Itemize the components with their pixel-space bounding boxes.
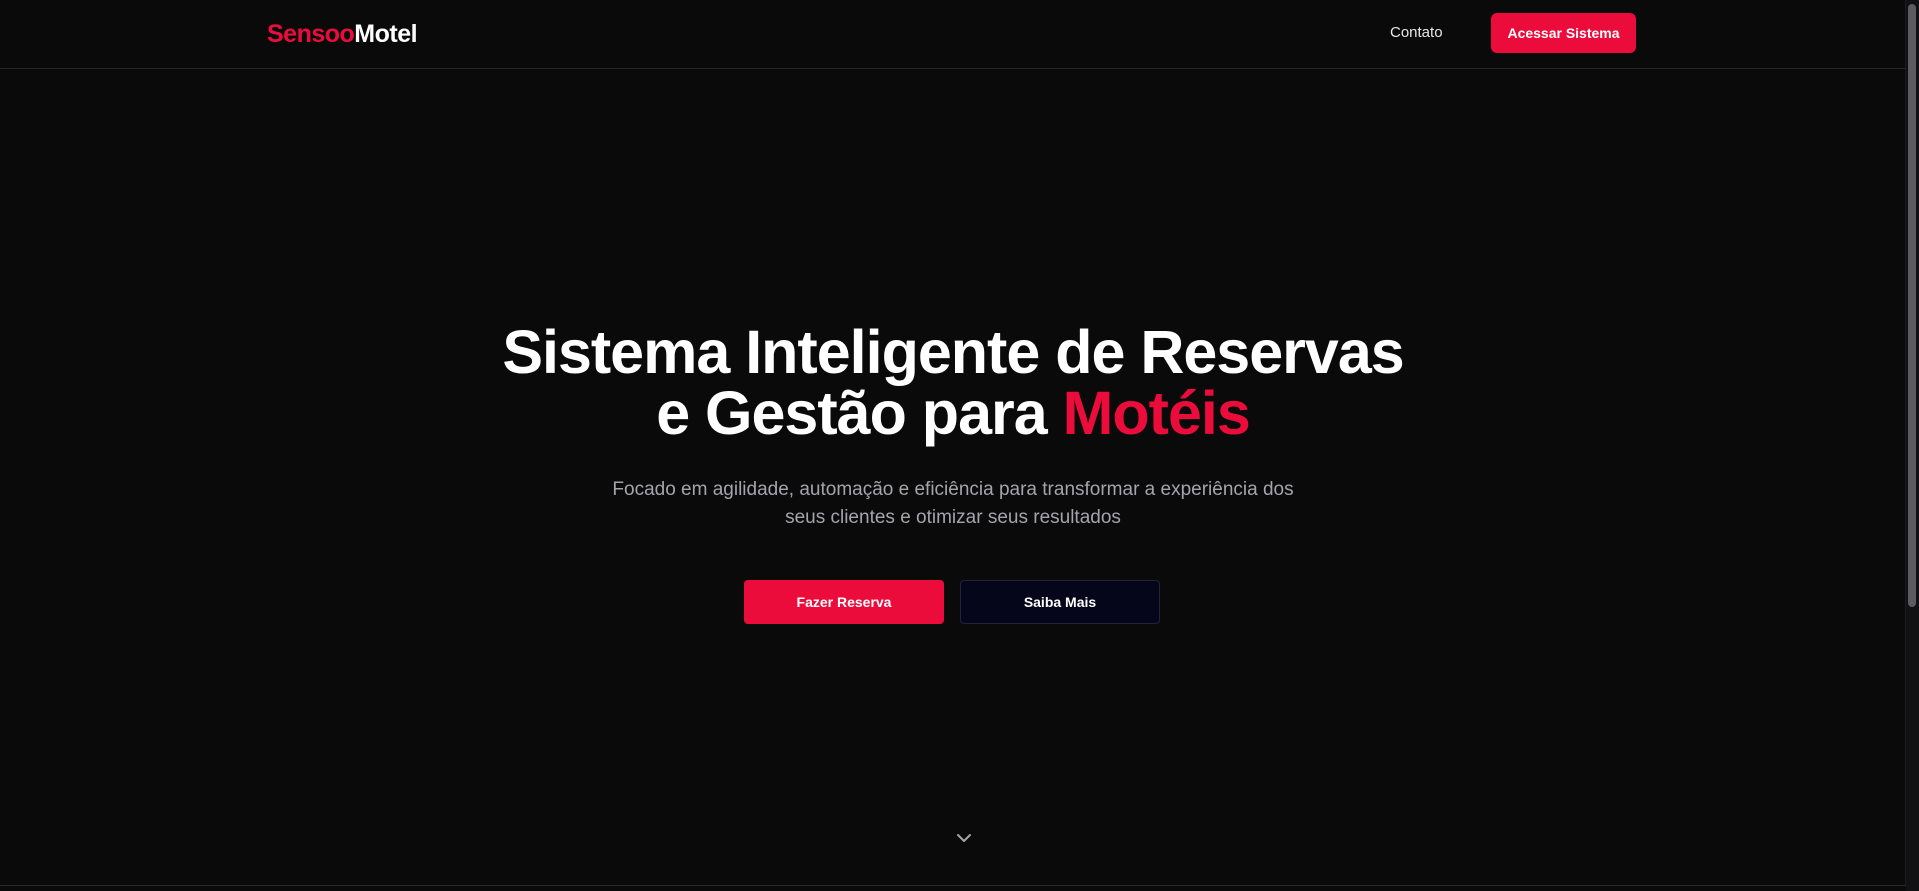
nav-link-contato[interactable]: Contato	[1390, 24, 1443, 42]
logo[interactable]: SensooMotel	[267, 18, 418, 50]
scrollbar-thumb[interactable]	[1908, 4, 1916, 607]
logo-accent-text: Sensoo	[267, 20, 355, 48]
hero-title-line1: Sistema Inteligente de Reservas	[502, 318, 1404, 386]
landing-page: SensooMotel Contato Acessar Sistema Sist…	[0, 0, 1919, 891]
access-system-button[interactable]: Acessar Sistema	[1491, 13, 1636, 53]
hero-subtitle: Focado em agilidade, automação e eficiên…	[612, 479, 1294, 528]
navbar: SensooMotel Contato Acessar Sistema	[0, 0, 1906, 69]
hero-title-line2-prefix: e Gestão para	[656, 379, 1063, 447]
logo-rest-text: Motel	[354, 20, 418, 48]
chevron-down-icon[interactable]	[955, 831, 973, 845]
hero-title: Sistema Inteligente de Reservas e Gestão…	[0, 322, 1906, 444]
make-reservation-button[interactable]: Fazer Reserva	[744, 580, 944, 624]
hero-title-highlight: Motéis	[1062, 379, 1251, 447]
learn-more-button[interactable]: Saiba Mais	[960, 580, 1160, 624]
